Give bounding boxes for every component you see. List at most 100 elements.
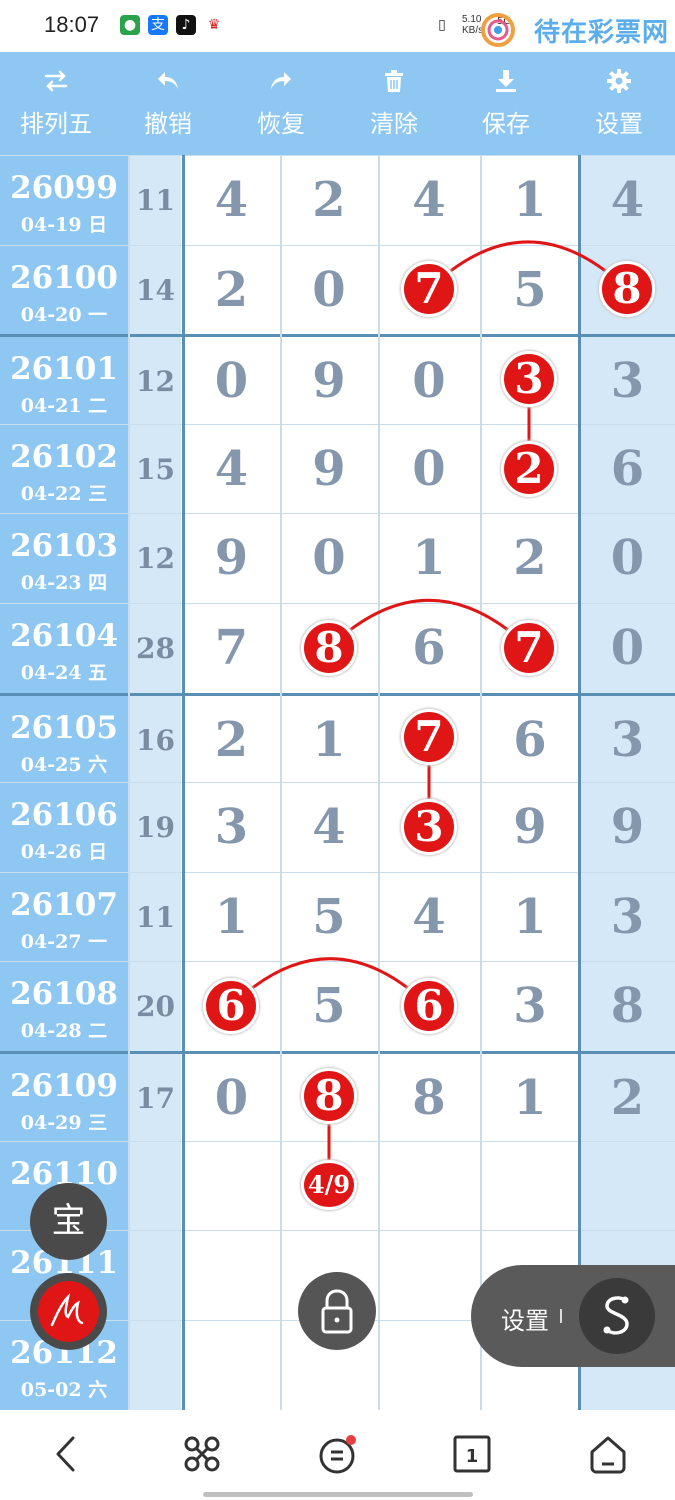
digit-cell[interactable] — [183, 1231, 280, 1320]
multitask-icon[interactable] — [180, 1432, 224, 1476]
marked-digit[interactable]: 6 — [203, 978, 259, 1035]
digit-cell[interactable]: 2 — [580, 1054, 675, 1143]
digit-cell[interactable]: 4 — [580, 156, 675, 245]
digit-cell[interactable]: 0 — [580, 604, 675, 693]
digit-cell[interactable]: 1 — [480, 873, 580, 962]
digit-cell[interactable]: 8 — [378, 1054, 480, 1143]
menu-icon[interactable] — [315, 1432, 359, 1476]
digit-cell[interactable]: 5 — [280, 962, 378, 1051]
save-button[interactable]: 保存 — [450, 52, 562, 155]
digit-cell[interactable]: 4 — [378, 156, 480, 245]
sum-cell: 11 — [130, 156, 181, 245]
toolbar-label: 清除 — [370, 110, 418, 138]
digit-cell[interactable]: 0 — [183, 337, 280, 426]
digit-cell[interactable]: 9 — [480, 783, 580, 872]
digit-cell[interactable]: 9 — [580, 783, 675, 872]
marked-digit[interactable]: 3 — [401, 799, 457, 855]
digit-cell[interactable]: 2 — [480, 514, 580, 603]
digit-cell[interactable]: 2 — [183, 696, 280, 785]
marked-digit[interactable]: 7 — [401, 261, 457, 318]
issue-number: 26105 — [10, 709, 118, 746]
digit-cell[interactable]: 0 — [378, 425, 480, 514]
undo-button[interactable]: 撤销 — [112, 52, 224, 155]
digit-cell[interactable]: 9 — [280, 337, 378, 426]
digit-cell[interactable]: 9 — [280, 425, 378, 514]
digit-cell[interactable]: 6 — [480, 696, 580, 785]
digit-cell[interactable]: 1 — [183, 873, 280, 962]
back-icon[interactable] — [46, 1432, 90, 1476]
grid-line — [280, 155, 282, 1410]
digit-cell[interactable] — [580, 1142, 675, 1231]
redo-button[interactable]: 恢复 — [225, 52, 337, 155]
digit-cell[interactable] — [183, 1321, 280, 1410]
digit-cell[interactable]: 3 — [480, 962, 580, 1051]
table-row: 26101 04-21 二 12 0 9 0 3 — [0, 334, 675, 427]
sum-cell: 14 — [130, 245, 181, 335]
issue-date: 04-28 二 — [20, 1020, 108, 1043]
digit-cell[interactable]: 3 — [580, 696, 675, 785]
tiktok-icon: ♪ — [176, 15, 196, 35]
digit-cell[interactable]: 6 — [378, 604, 480, 693]
s-assistant-button[interactable] — [579, 1278, 655, 1354]
digit-cell[interactable] — [378, 1142, 480, 1231]
marked-digit[interactable]: 8 — [301, 619, 357, 676]
bao-float-button[interactable]: 宝 — [30, 1183, 107, 1260]
table-row: 26107 04-27 一 11 1 5 4 1 3 — [0, 871, 675, 962]
digit-cell[interactable]: 3 — [580, 337, 675, 426]
digit-cell[interactable]: 4 — [183, 425, 280, 514]
digit-cell[interactable]: 5 — [480, 246, 580, 335]
digit-cell[interactable]: 0 — [280, 246, 378, 335]
digit-cell[interactable]: 8 — [580, 962, 675, 1051]
issue-cell: 26107 04-27 一 — [0, 872, 128, 962]
digit-cell[interactable]: 1 — [378, 514, 480, 603]
lock-button[interactable] — [298, 1272, 376, 1350]
digit-cell[interactable] — [183, 1142, 280, 1231]
sum-cell — [130, 1320, 181, 1410]
digit-cell[interactable]: 4 — [280, 783, 378, 872]
digit-cell[interactable] — [480, 1142, 580, 1231]
tabs-icon[interactable]: 1 — [450, 1432, 494, 1476]
toolbar-label: 设置 — [595, 110, 643, 138]
undo-icon — [158, 72, 178, 89]
digit-cell[interactable]: 9 — [183, 514, 280, 603]
digit-cell[interactable]: 1 — [480, 156, 580, 245]
digit-cell[interactable]: 3 — [580, 873, 675, 962]
toolbar: 排列五 撤销 恢复 清除 保存 设置 — [0, 52, 675, 155]
marked-digit[interactable]: 8 — [599, 261, 655, 318]
digit-cell[interactable] — [378, 1321, 480, 1410]
settings-button[interactable]: 设置 — [563, 52, 675, 155]
issue-number: 26104 — [10, 618, 118, 654]
digit-cell[interactable]: 2 — [183, 246, 280, 335]
digit-cell[interactable]: 2 — [280, 156, 378, 245]
floating-setting-panel[interactable]: 设置 — [471, 1265, 675, 1367]
digit-cell[interactable]: 7 — [183, 604, 280, 693]
pen-float-button[interactable] — [30, 1273, 107, 1350]
home-indicator[interactable] — [203, 1492, 473, 1497]
clear-button[interactable]: 清除 — [338, 52, 450, 155]
marked-digit[interactable]: 7 — [501, 619, 557, 676]
digit-cell[interactable]: 5 — [280, 873, 378, 962]
digit-cell[interactable]: 0 — [280, 514, 378, 603]
issue-date: 04-25 六 — [20, 753, 108, 776]
digit-cell[interactable]: 0 — [580, 514, 675, 603]
issue-cell: 26104 04-24 五 — [0, 604, 128, 693]
lottery-switch-button[interactable]: 排列五 — [0, 52, 112, 155]
marked-digit[interactable]: 8 — [301, 1067, 357, 1124]
digit-cell[interactable]: 1 — [280, 696, 378, 785]
digit-cell[interactable]: 1 — [480, 1054, 580, 1143]
app-notification-icon: ♛ — [204, 15, 224, 35]
digit-cell[interactable]: 6 — [580, 425, 675, 514]
marked-digit[interactable]: 2 — [501, 440, 557, 497]
digit-cell[interactable]: 4 — [378, 873, 480, 962]
marked-digit[interactable]: 3 — [501, 351, 557, 407]
watermark-text: 待在彩票网 — [534, 18, 670, 48]
digit-cell[interactable]: 0 — [183, 1054, 280, 1143]
digit-cell[interactable] — [378, 1231, 480, 1320]
digit-cell[interactable]: 0 — [378, 337, 480, 426]
marked-digit[interactable]: 6 — [401, 978, 457, 1035]
home-icon[interactable] — [586, 1432, 630, 1476]
digit-cell[interactable]: 4 — [183, 156, 280, 245]
vibrate-icon: ▯ — [432, 15, 452, 35]
marked-digit[interactable]: 7 — [401, 709, 457, 766]
digit-cell[interactable]: 3 — [183, 783, 280, 872]
